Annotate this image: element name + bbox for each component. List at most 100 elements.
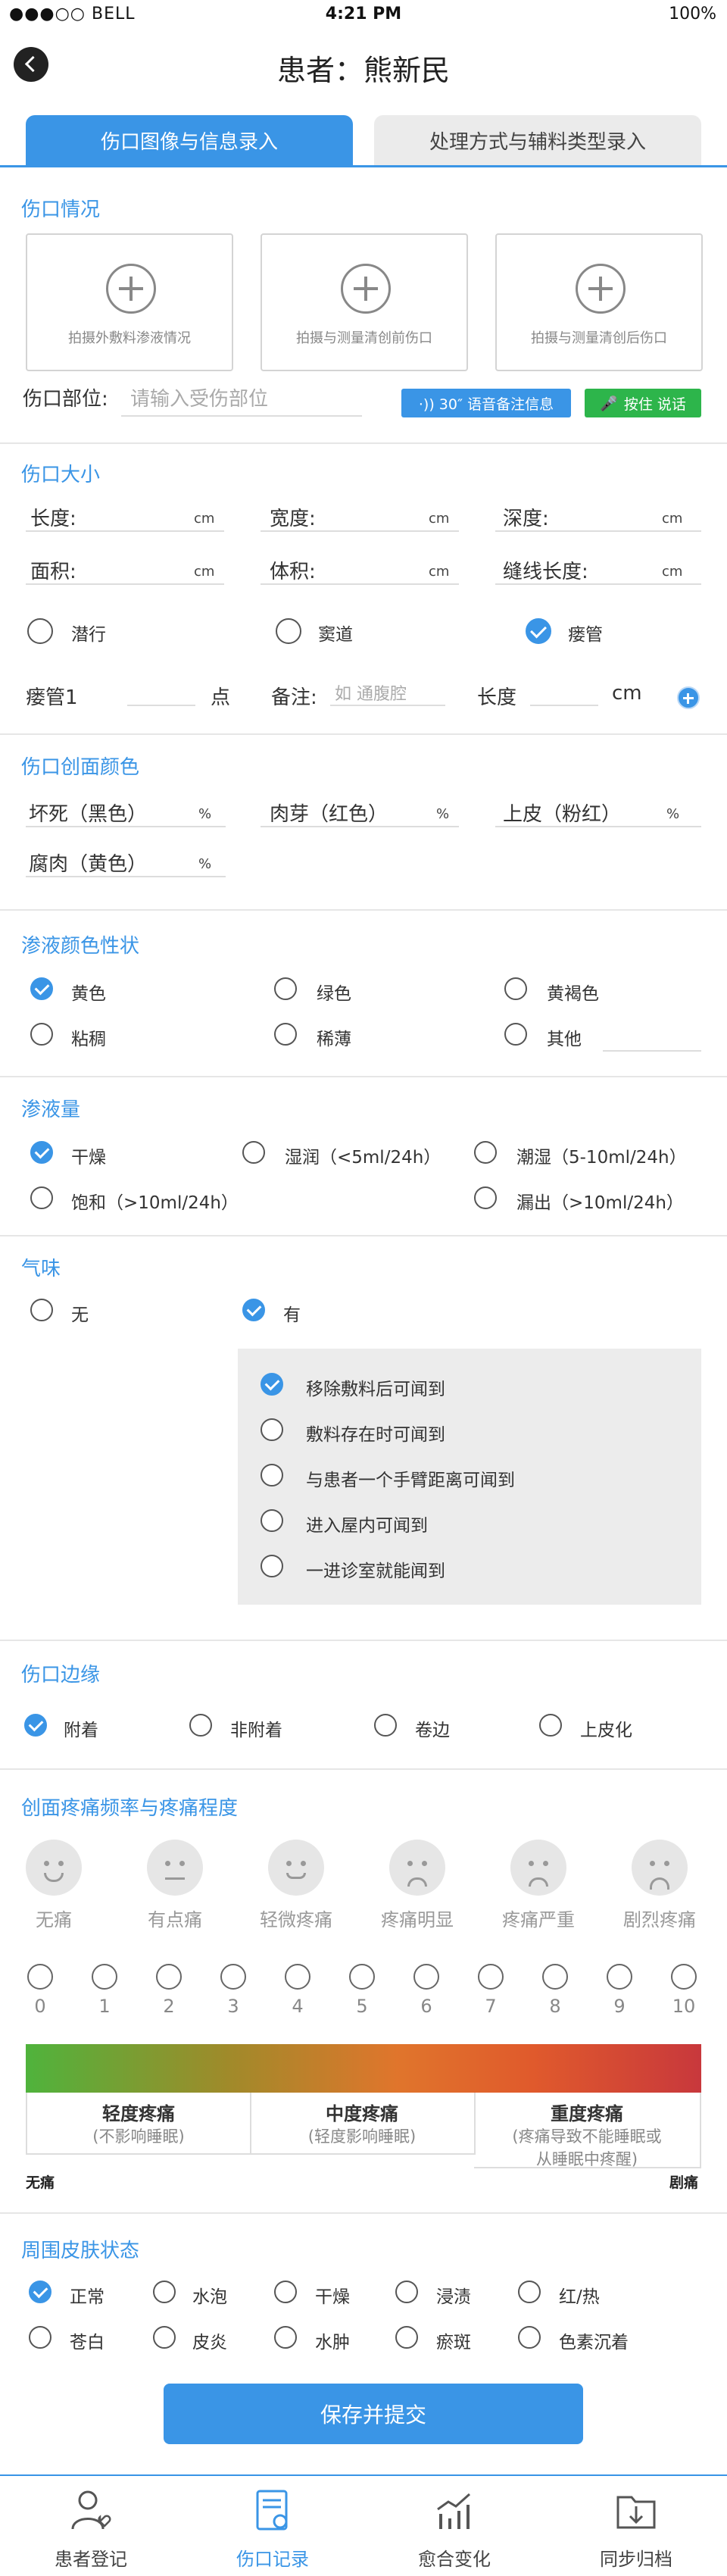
pain-score-radio[interactable] [478, 1964, 504, 1990]
pain-score-radio[interactable] [349, 1964, 375, 1990]
skin-dry-label: 干燥 [315, 2287, 350, 2307]
slough-label: 腐肉（黄色） [29, 853, 148, 876]
pain-score-radio[interactable] [671, 1964, 697, 1990]
pain-score-radio[interactable] [285, 1964, 310, 1990]
skin-pigmentation-radio[interactable] [518, 2326, 541, 2349]
undermining-label: 潜行 [71, 625, 106, 645]
save-submit-button[interactable]: 保存并提交 [164, 2384, 583, 2444]
face-neutral-icon[interactable] [147, 1840, 203, 1896]
nav-sync-archive[interactable]: 同步归档 [545, 2485, 727, 2573]
odor-sub-radio[interactable] [261, 1418, 283, 1441]
photo-slot-before[interactable]: 拍摄与测量清创前伤口 [261, 233, 468, 371]
tab-wound-info[interactable]: 伤口图像与信息录入 [26, 115, 353, 165]
add-photo-icon [576, 264, 626, 314]
site-input[interactable]: 请输入受伤部位 [130, 383, 268, 411]
volume-input[interactable] [261, 583, 459, 585]
odor-sub-radio[interactable] [261, 1555, 283, 1577]
face-smile-icon[interactable] [26, 1840, 82, 1896]
amount-saturated-radio[interactable] [30, 1186, 53, 1209]
tab-treatment[interactable]: 处理方式与辅料类型录入 [374, 115, 701, 165]
amount-leaking-radio[interactable] [474, 1186, 497, 1209]
hold-to-talk-button[interactable]: 🎤 按住 说话 [585, 389, 701, 417]
face-worried-icon[interactable] [510, 1840, 566, 1896]
skin-blister-radio[interactable] [153, 2281, 176, 2303]
epithelium-input[interactable] [495, 826, 701, 827]
amount-moist-radio[interactable] [242, 1141, 265, 1164]
pain-score-radio[interactable] [92, 1964, 117, 1990]
skin-red-radio[interactable] [518, 2281, 541, 2303]
exudate-viscous-radio[interactable] [30, 1023, 53, 1046]
add-fistula-icon[interactable] [677, 686, 700, 709]
amount-dry-radio[interactable] [30, 1141, 53, 1164]
nav-wound-record[interactable]: 伤口记录 [182, 2485, 364, 2573]
necrosis-input[interactable] [26, 826, 226, 827]
section-title-odor: 气味 [21, 1258, 61, 1280]
pain-score-radio[interactable] [156, 1964, 182, 1990]
exudate-green-radio[interactable] [274, 977, 297, 1000]
face-crying-icon[interactable] [632, 1840, 688, 1896]
depth-input[interactable] [495, 530, 701, 532]
skin-ecchymosis-radio[interactable] [395, 2326, 418, 2349]
slough-input[interactable] [26, 876, 226, 877]
edge-attached-radio[interactable] [24, 1714, 47, 1737]
edge-rolled-radio[interactable] [374, 1714, 397, 1737]
exudate-thin-label: 稀薄 [317, 1030, 351, 1049]
odor-none-radio[interactable] [30, 1299, 53, 1321]
fistula-length-input[interactable] [530, 705, 598, 706]
odor-sub-radio[interactable] [261, 1509, 283, 1532]
skin-edema-radio[interactable] [274, 2326, 297, 2349]
odor-yes-radio[interactable] [242, 1299, 265, 1321]
nav-label: 伤口记录 [236, 2549, 309, 2570]
level-desc: (不影响睡眠) [92, 2127, 185, 2146]
sinus-label: 窦道 [318, 625, 353, 645]
skin-red-label: 红/热 [559, 2287, 600, 2307]
note-input[interactable]: 如 通腹腔 [335, 680, 407, 705]
exudate-thin-radio[interactable] [274, 1023, 297, 1046]
fistula-1-label: 瘘管1 [26, 686, 78, 709]
unit-label: cm [194, 564, 215, 580]
face-label: 无痛 [36, 1909, 72, 1930]
exudate-other-radio[interactable] [504, 1023, 527, 1046]
undermining-radio[interactable] [27, 618, 53, 644]
odor-sub-label: 进入屋内可闻到 [306, 1516, 428, 1536]
skin-dermatitis-radio[interactable] [153, 2326, 176, 2349]
edge-unattached-radio[interactable] [189, 1714, 212, 1737]
nav-patient-register[interactable]: 患者登记 [0, 2485, 182, 2573]
photo-slot-exudate[interactable]: 拍摄外敷料渗液情况 [26, 233, 233, 371]
status-bar: ●●●○○ BELL 4:21 PM 100% [0, 0, 727, 30]
voice-note-button[interactable]: ·)) 30″ 语音备注信息 [401, 389, 571, 417]
face-slight-icon[interactable] [268, 1840, 324, 1896]
pain-score-radio[interactable] [27, 1964, 53, 1990]
odor-sub-radio[interactable] [261, 1464, 283, 1487]
skin-maceration-radio[interactable] [395, 2281, 418, 2303]
nav-healing-trend[interactable]: 愈合变化 [364, 2485, 545, 2573]
fistula-radio[interactable] [526, 618, 551, 644]
unit-label: cm [429, 564, 450, 580]
skin-normal-radio[interactable] [29, 2281, 51, 2303]
odor-sub-label: 移除敷料后可闻到 [306, 1380, 445, 1399]
skin-pale-radio[interactable] [29, 2326, 51, 2349]
pain-score-radio[interactable] [220, 1964, 246, 1990]
length-input[interactable] [26, 530, 224, 532]
pain-score-radio[interactable] [413, 1964, 439, 1990]
odor-sub-radio[interactable] [261, 1373, 283, 1396]
exudate-brown-radio[interactable] [504, 977, 527, 1000]
area-input[interactable] [26, 583, 224, 585]
skin-dry-radio[interactable] [274, 2281, 297, 2303]
fistula-point-input[interactable] [127, 705, 195, 706]
sinus-radio[interactable] [276, 618, 301, 644]
edge-epithelial-radio[interactable] [539, 1714, 562, 1737]
trend-chart-icon [437, 2493, 470, 2529]
pain-score-radio[interactable] [607, 1964, 632, 1990]
amount-wet-radio[interactable] [474, 1141, 497, 1164]
granulation-input[interactable] [261, 826, 459, 827]
suture-length-input[interactable] [495, 583, 701, 585]
exudate-other-input[interactable] [603, 1050, 701, 1052]
pain-score-radio[interactable] [542, 1964, 568, 1990]
photo-slot-after[interactable]: 拍摄与测量清创后伤口 [495, 233, 703, 371]
fistula-label: 瘘管 [568, 625, 603, 645]
point-unit: 点 [211, 686, 231, 709]
width-input[interactable] [261, 530, 459, 532]
face-sad-icon[interactable] [389, 1840, 445, 1896]
exudate-yellow-radio[interactable] [30, 977, 53, 1000]
